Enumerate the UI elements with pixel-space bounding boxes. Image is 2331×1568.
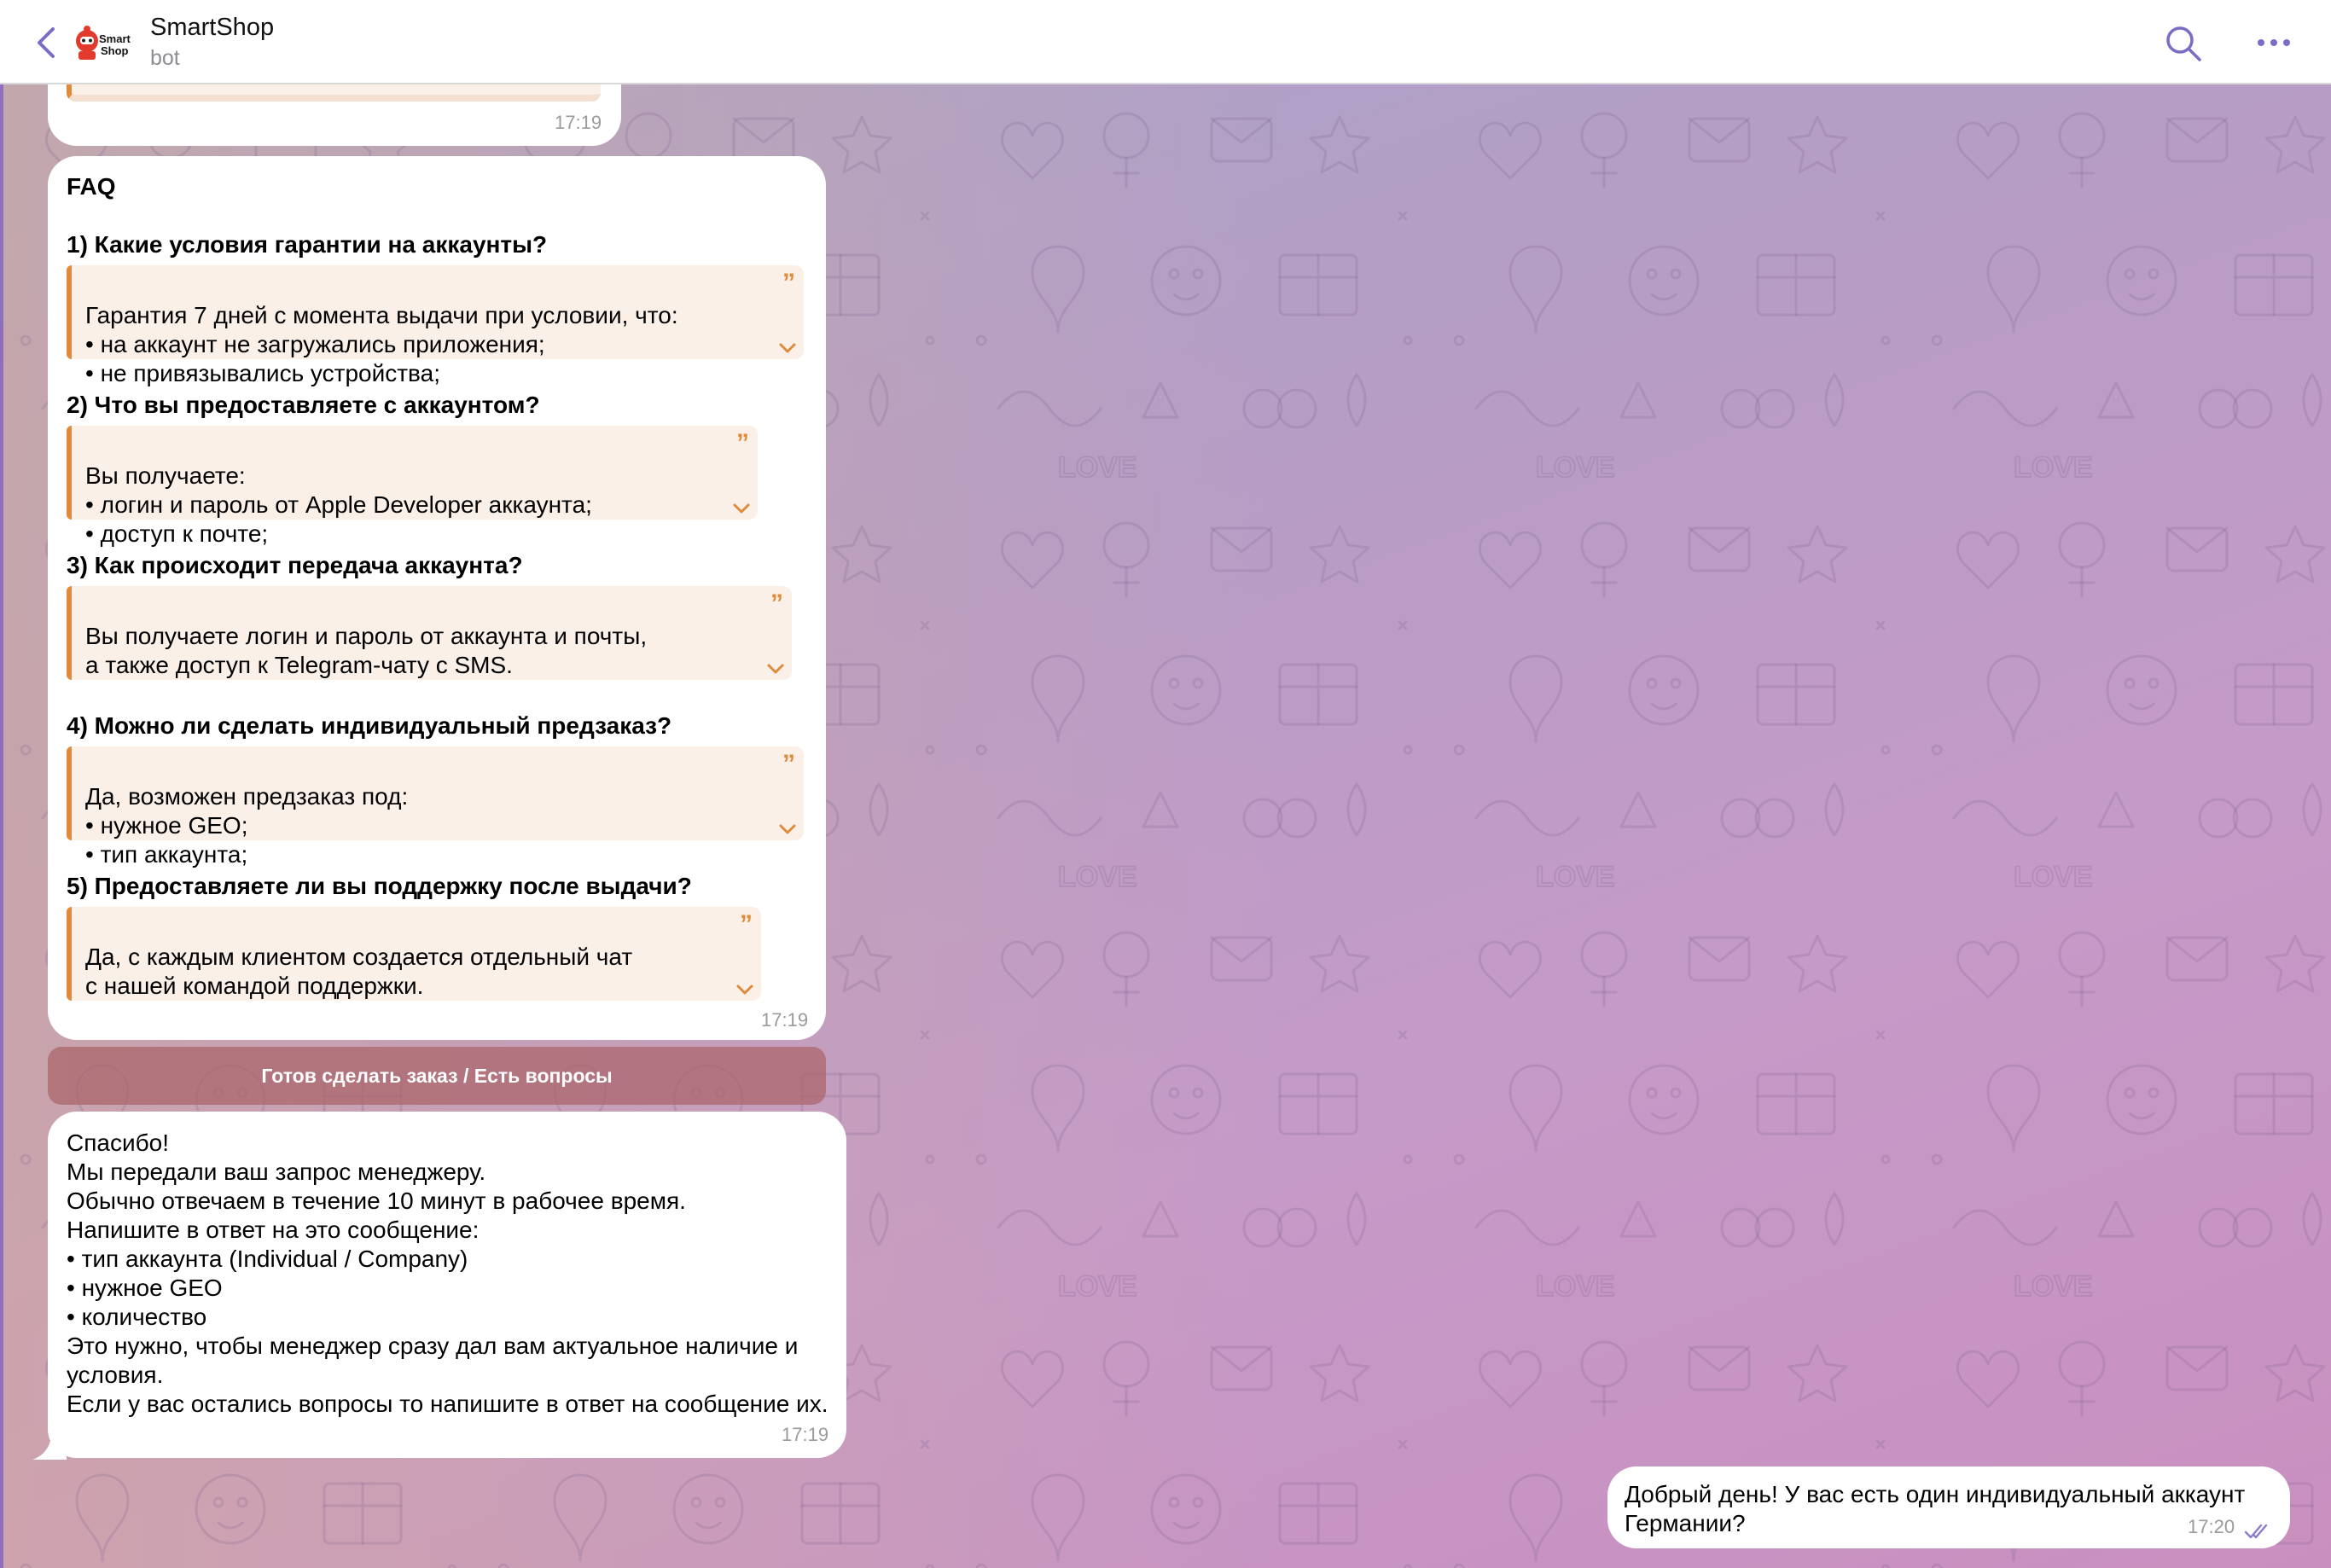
faq-answer: Гарантия 7 дней с момента выдачи при усл… — [85, 302, 678, 386]
message-previous[interactable]: 17:19 — [48, 84, 621, 146]
chevron-left-icon[interactable] — [32, 26, 61, 60]
faq-answer: Да, возможен предзаказ под: • нужное GEO… — [85, 783, 409, 868]
faq-question: 3) Как происходит передача аккаунта? — [67, 552, 523, 578]
message-time: 17:20 — [2188, 1516, 2235, 1537]
chevron-down-icon[interactable] — [778, 342, 797, 354]
quote-icon: ” — [782, 269, 795, 297]
chat-header: Smart Shop SmartShop bot — [0, 0, 2331, 84]
faq-question: 4) Можно ли сделать индивидуальный предз… — [67, 712, 672, 739]
message-time: 17:19 — [782, 1424, 829, 1445]
faq-answer: Да, с каждым клиентом создается отдельны… — [85, 944, 633, 999]
logo-text: Smart — [99, 32, 131, 45]
faq-answer-quote[interactable]: Да, возможен предзаказ под: • нужное GEO… — [67, 746, 804, 868]
chat-area[interactable]: LOVE 17:19 FAQ 1) Какие условия гарантии… — [0, 84, 2331, 1568]
quote-icon: ” — [770, 589, 783, 618]
sidebar-edge — [0, 84, 3, 1568]
faq-question: 2) Что вы предоставляете с аккаунтом? — [67, 392, 540, 418]
chevron-down-icon[interactable] — [778, 823, 797, 835]
chevron-down-icon[interactable] — [732, 502, 751, 514]
chat-subtitle: bot — [150, 46, 180, 70]
bubble-tail — [32, 1437, 67, 1460]
faq-question: 5) Предоставляете ли вы поддержку после … — [67, 873, 692, 899]
faq-question: 1) Какие условия гарантии на аккаунты? — [67, 231, 548, 258]
chevron-down-icon[interactable] — [766, 663, 785, 675]
faq-answer-quote[interactable]: Вы получаете: • логин и пароль от Apple … — [67, 426, 758, 547]
quote-block — [67, 84, 601, 102]
message-text: Добрый день! У вас есть один индивидуаль… — [1625, 1481, 2246, 1536]
message-text: Спасибо! Мы передали ваш запрос менеджер… — [67, 1130, 828, 1417]
search-icon[interactable] — [2164, 24, 2203, 63]
faq-answer: Вы получаете логин и пароль от аккаунта … — [85, 623, 648, 678]
message-thanks[interactable]: Спасибо! Мы передали ваш запрос менеджер… — [48, 1112, 846, 1458]
message-time: 17:19 — [555, 112, 602, 133]
quote-icon: ” — [740, 910, 753, 938]
read-checkmarks-icon — [2244, 1524, 2268, 1539]
quote-icon: ” — [782, 750, 795, 778]
order-questions-button[interactable]: Готов сделать заказ / Есть вопросы — [48, 1047, 826, 1105]
message-time: 17:19 — [761, 1009, 809, 1031]
faq-answer-quote[interactable]: Да, с каждым клиентом создается отдельны… — [67, 907, 761, 1001]
chevron-down-icon[interactable] — [735, 984, 754, 996]
smartshop-logo[interactable]: Smart Shop — [73, 22, 131, 65]
message-outgoing[interactable]: Добрый день! У вас есть один индивидуаль… — [1607, 1466, 2290, 1548]
faq-answer: Вы получаете: • логин и пароль от Apple … — [85, 462, 592, 547]
message-faq[interactable]: FAQ 1) Какие условия гарантии на аккаунт… — [48, 156, 826, 1040]
more-icon[interactable] — [2254, 32, 2293, 53]
faq-answer-quote[interactable]: Гарантия 7 дней с момента выдачи при усл… — [67, 265, 804, 386]
chat-title[interactable]: SmartShop — [150, 14, 274, 42]
faq-answer-quote[interactable]: Вы получаете логин и пароль от аккаунта … — [67, 586, 792, 680]
quote-icon: ” — [736, 429, 749, 457]
faq-title: FAQ — [67, 173, 116, 200]
svg-text:Shop: Shop — [101, 44, 129, 57]
